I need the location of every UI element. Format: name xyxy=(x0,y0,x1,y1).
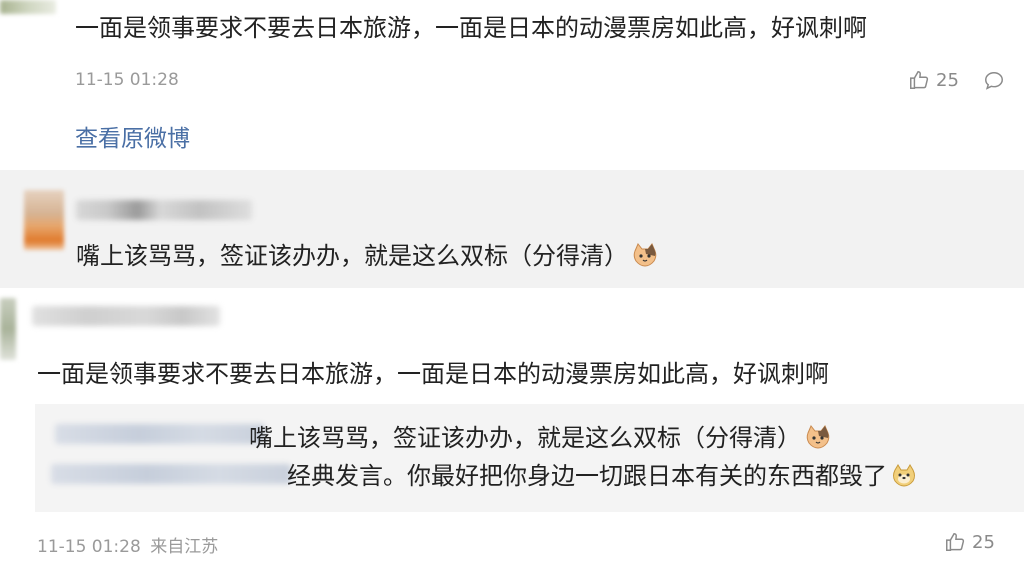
reply-text: 嘴上该骂骂，签证该办办，就是这么双标（分得清） xyxy=(76,240,658,272)
avatar[interactable] xyxy=(0,0,56,14)
quoted-text-line: 经典发言。你最好把你身边一切跟日本有关的东西都毁了 xyxy=(287,460,917,492)
comment-timestamp: 11-15 01:28 xyxy=(75,70,179,90)
thumbs-up-icon xyxy=(908,69,930,91)
like-button[interactable]: 25 xyxy=(944,531,995,553)
quoted-reply-box: 嘴上该骂骂，签证该办办，就是这么双标（分得清） 经典发言。你最好把你身边一切跟日… xyxy=(35,404,1024,512)
quoted-username[interactable] xyxy=(51,464,291,484)
reply-username[interactable] xyxy=(76,200,252,220)
quoted-username[interactable] xyxy=(55,424,265,444)
comment-meta: 11-15 01:28 来自江苏 xyxy=(37,532,218,557)
like-count: 25 xyxy=(972,531,995,553)
avatar[interactable] xyxy=(0,298,16,360)
comment-icon[interactable] xyxy=(983,70,1005,92)
quoted-text-line: 嘴上该骂骂，签证该办办，就是这么双标（分得清） xyxy=(249,422,831,454)
reply-avatar[interactable] xyxy=(24,190,64,250)
comment-text: 一面是领事要求不要去日本旅游，一面是日本的动漫票房如此高，好讽刺啊 xyxy=(75,14,867,42)
view-original-link[interactable]: 查看原微博 xyxy=(75,119,190,153)
cat-emoji-icon xyxy=(805,424,831,450)
comment-location: 来自江苏 xyxy=(150,537,219,557)
comment-text: 一面是领事要求不要去日本旅游，一面是日本的动漫票房如此高，好讽刺啊 xyxy=(37,360,829,388)
doge-emoji-icon xyxy=(891,462,917,488)
comment-timestamp: 11-15 01:28 xyxy=(37,537,141,557)
reply-panel: 嘴上该骂骂，签证该办办，就是这么双标（分得清） xyxy=(0,170,1024,288)
like-count: 25 xyxy=(936,69,959,91)
username[interactable] xyxy=(32,306,220,326)
cat-emoji-icon xyxy=(632,242,658,268)
thumbs-up-icon xyxy=(944,531,966,553)
like-button[interactable]: 25 xyxy=(908,69,959,91)
